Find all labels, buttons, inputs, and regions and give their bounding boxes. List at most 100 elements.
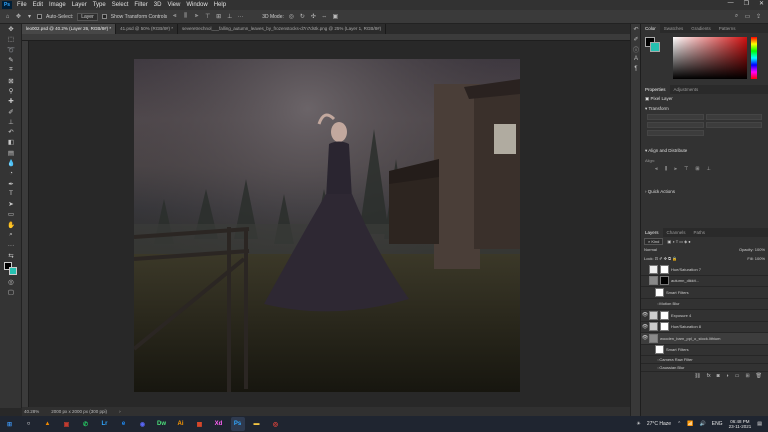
menu-image[interactable]: Image <box>46 2 69 8</box>
menu-layer[interactable]: Layer <box>69 2 90 8</box>
lightroom-taskbar-icon[interactable]: Lr <box>98 417 112 431</box>
menu-view[interactable]: View <box>164 2 183 8</box>
volume-icon[interactable]: 🔊 <box>700 421 706 427</box>
filter-kind-dropdown[interactable]: ⌕ Kind <box>644 238 664 245</box>
align-middle-icon[interactable]: ⊞ <box>215 13 222 20</box>
eraser-tool-icon[interactable]: ◧ <box>0 137 22 147</box>
gradient-tool-icon[interactable]: ▤ <box>0 148 22 158</box>
tab-swatches[interactable]: Swatches <box>660 24 688 33</box>
crop-tool-icon[interactable]: ⌗ <box>0 65 22 75</box>
minimize-button[interactable]: — <box>728 0 734 7</box>
fill-field[interactable]: 100% <box>755 256 765 261</box>
move-tool-icon[interactable]: ✥ <box>15 13 22 20</box>
quick-mask-icon[interactable]: ◎ <box>0 277 22 287</box>
history-brush-icon[interactable]: ↶ <box>0 127 22 137</box>
menu-edit[interactable]: Edit <box>30 2 46 8</box>
align-right-icon[interactable]: ⫸ <box>674 166 677 172</box>
angle-field[interactable] <box>647 130 704 136</box>
network-icon[interactable]: 📶 <box>687 421 693 427</box>
tab-channels[interactable]: Channels <box>663 228 690 237</box>
blend-mode-dropdown[interactable]: Normal <box>644 247 657 254</box>
transform-section[interactable]: ▾ Transform <box>641 104 768 114</box>
doc-tab-3[interactable]: severetrechnol___falling_autumn_leaves_b… <box>178 24 387 34</box>
link-layers-icon[interactable]: ⛓ <box>694 373 700 379</box>
notifications-icon[interactable]: ▤ <box>757 421 762 427</box>
quick-actions-section[interactable]: › Quick Actions <box>641 187 768 196</box>
clone-stamp-icon[interactable]: ⊥ <box>0 117 22 127</box>
menu-type[interactable]: Type <box>90 2 109 8</box>
eye-icon[interactable]: 👁 <box>641 324 649 330</box>
tab-paths[interactable]: Paths <box>690 228 710 237</box>
weather-icon[interactable]: ☀ <box>636 421 640 427</box>
background-color-chip[interactable] <box>650 42 660 52</box>
fx-icon[interactable]: fx <box>707 373 711 379</box>
zoom-level[interactable]: 40.28% <box>24 409 39 414</box>
auto-select-dropdown[interactable]: Layer <box>77 12 98 21</box>
doc-tab-1[interactable]: leo002.psd @ 40.2% (Layer 26, RGB/8#) * <box>22 24 117 34</box>
chevron-down-icon[interactable]: ▾ <box>26 13 33 20</box>
3d-pan-icon[interactable]: ✣ <box>310 13 317 20</box>
add-mask-icon[interactable]: ◙ <box>717 373 720 379</box>
chrome-taskbar-icon[interactable]: ◎ <box>269 417 283 431</box>
xd-taskbar-icon[interactable]: Xd <box>212 417 226 431</box>
auto-select-checkbox[interactable] <box>37 14 42 19</box>
layer-row[interactable]: Hue/Saturation 7 <box>641 264 768 276</box>
filter-icons[interactable]: ▣ ◑ T ▭ ◈ ● <box>667 239 690 244</box>
align-section[interactable]: ▾ Align and Distribute <box>641 146 768 156</box>
start-taskbar-icon[interactable]: ⊞ <box>3 417 17 431</box>
brush-tool-icon[interactable]: ✐ <box>0 106 22 116</box>
menu-window[interactable]: Window <box>183 2 210 8</box>
status-chevron-icon[interactable]: › <box>119 409 121 414</box>
zoom-tool-icon[interactable]: ⌕ <box>0 230 22 240</box>
menu-file[interactable]: File <box>14 2 30 8</box>
color-swatches-icon[interactable] <box>0 261 22 277</box>
align-vcenter-icon[interactable]: ⊞ <box>695 166 699 172</box>
clock[interactable]: 06:48 PM 23-11-2021 <box>729 419 752 429</box>
align-top-icon[interactable]: ⊤ <box>684 166 688 172</box>
eyedropper-tool-icon[interactable]: ⚲ <box>0 86 22 96</box>
vertical-ruler[interactable] <box>22 41 29 407</box>
vlc-taskbar-icon[interactable]: ▲ <box>41 417 55 431</box>
group-icon[interactable]: ▭ <box>735 373 740 379</box>
hand-tool-icon[interactable]: ✋ <box>0 220 22 230</box>
more-options-icon[interactable]: ··· <box>237 13 244 20</box>
layer-row[interactable]: 👁 wooden_barn_ppl_o_stock.lithium <box>641 333 768 345</box>
layer-row[interactable]: Smart Filters <box>641 345 768 356</box>
weather-text[interactable]: 27°C Haze <box>647 421 671 427</box>
background-color-swatch[interactable] <box>9 266 17 275</box>
quick-select-tool-icon[interactable]: ✎ <box>0 55 22 65</box>
3d-scale-icon[interactable]: ▣ <box>332 13 339 20</box>
horizontal-ruler[interactable] <box>22 34 630 41</box>
3d-roll-icon[interactable]: ↻ <box>299 13 306 20</box>
layer-row[interactable]: autumn_dikkit... <box>641 276 768 287</box>
menu-select[interactable]: Select <box>109 2 132 8</box>
layer-row[interactable]: ◌ Gaussian Blur <box>641 364 768 372</box>
eye-icon[interactable]: 👁 <box>641 335 649 341</box>
align-top-icon[interactable]: ⊤ <box>204 13 211 20</box>
3d-orbit-icon[interactable]: ◎ <box>288 13 295 20</box>
tray-chevron-icon[interactable]: ⌃ <box>677 421 681 427</box>
dreamweaver-taskbar-icon[interactable]: Dw <box>155 417 169 431</box>
workspace-icon[interactable]: ▭ <box>744 13 751 20</box>
language-indicator[interactable]: ENG <box>712 421 723 427</box>
doc-tab-2[interactable]: 41.psd @ 50% (RGB/8#) * <box>116 24 178 34</box>
share-icon[interactable]: ⇪ <box>755 13 762 20</box>
office-taskbar-icon[interactable]: ▦ <box>193 417 207 431</box>
menu-filter[interactable]: Filter <box>131 2 150 8</box>
tab-properties[interactable]: Properties <box>641 85 670 94</box>
illustrator-taskbar-icon[interactable]: Ai <box>174 417 188 431</box>
file-explorer-taskbar-icon[interactable]: ▬ <box>250 417 264 431</box>
x-field[interactable] <box>647 122 704 128</box>
move-tool-icon[interactable]: ✥ <box>0 24 22 34</box>
opacity-field[interactable]: 100% <box>755 247 765 252</box>
whatsapp-taskbar-icon[interactable]: ✆ <box>79 417 93 431</box>
3d-slide-icon[interactable]: ⇔ <box>321 13 328 20</box>
tab-adjustments[interactable]: Adjustments <box>670 85 703 94</box>
type-tool-icon[interactable]: T <box>0 189 22 199</box>
lock-icons[interactable]: ⊡ ✐ ✥ ⧉ 🔒 <box>655 256 677 261</box>
align-center-icon[interactable]: ⫼ <box>182 13 189 20</box>
photos-taskbar-icon[interactable]: ▣ <box>60 417 74 431</box>
lasso-tool-icon[interactable]: ➰ <box>0 45 22 55</box>
adjustment-layer-icon[interactable]: ◑ <box>726 373 729 379</box>
menu-help[interactable]: Help <box>211 2 229 8</box>
